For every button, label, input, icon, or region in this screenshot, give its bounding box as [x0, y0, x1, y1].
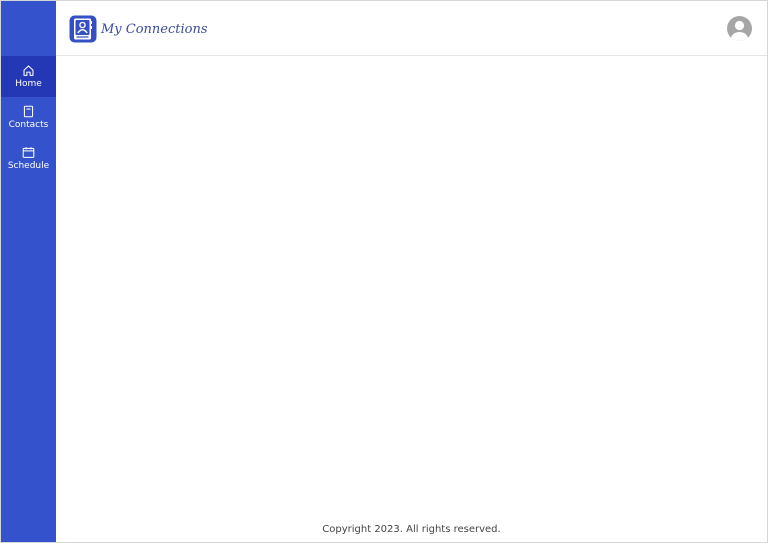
- footer: Copyright 2023. All rights reserved.: [56, 520, 767, 540]
- sidebar-item-schedule[interactable]: Schedule: [1, 138, 56, 179]
- app-brand-name: My Connections: [101, 22, 208, 37]
- top-bar: My Connections: [56, 1, 767, 56]
- sidebar: Home Contacts Schedule: [1, 1, 56, 542]
- sidebar-item-home[interactable]: Home: [1, 56, 56, 97]
- sidebar-nav: Home Contacts Schedule: [1, 56, 56, 179]
- calendar-icon: [22, 146, 35, 158]
- user-avatar-icon[interactable]: [727, 16, 752, 41]
- app-window: Home Contacts Schedule My Connections Co…: [0, 0, 768, 543]
- main-content: [56, 56, 767, 542]
- sidebar-item-contacts[interactable]: Contacts: [1, 97, 56, 138]
- sidebar-item-label: Schedule: [7, 160, 50, 171]
- home-icon: [23, 65, 34, 76]
- contact-book-logo-icon: [69, 15, 97, 43]
- copyright-text: Copyright 2023. All rights reserved.: [322, 524, 501, 535]
- sidebar-item-label: Contacts: [8, 119, 49, 130]
- contacts-book-icon: [23, 105, 34, 117]
- sidebar-item-label: Home: [15, 78, 42, 89]
